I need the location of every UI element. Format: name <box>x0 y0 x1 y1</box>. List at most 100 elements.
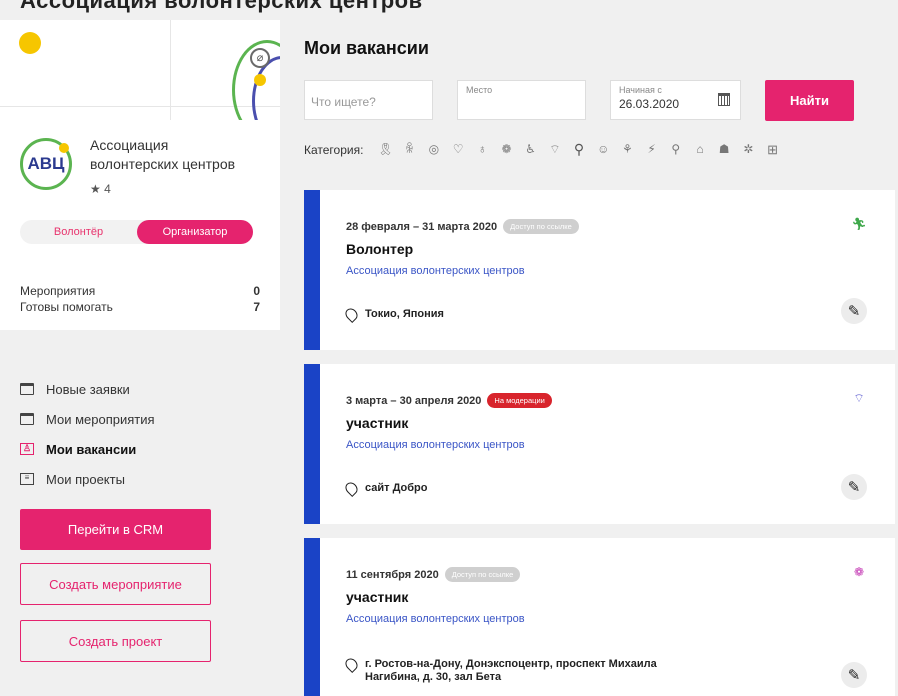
cover-yellow-dot-small <box>254 74 266 86</box>
card-date-text: 28 февраля – 31 марта 2020 <box>346 220 498 233</box>
document-icon: ≡ <box>20 473 34 485</box>
search-date-field[interactable]: Начиная с 26.03.2020 <box>610 80 741 120</box>
sidebar-item-label: Новые заявки <box>46 381 130 397</box>
sidebar-item-my-events[interactable]: Мои мероприятия <box>20 404 260 434</box>
role-volunteer-tab[interactable]: Волонтёр <box>20 220 137 244</box>
card-date: 28 февраля – 31 марта 2020 Доступ по ссы… <box>346 219 579 234</box>
cover-grid-line <box>170 20 171 120</box>
card-title[interactable]: участник <box>346 589 408 605</box>
category-filter: Категория: 🎗︎ ꆜ ◎ ♡ ♁ ❁ ♿︎ ⌔ ⚲ ☺ ⚘ ⚡︎ ⚲ … <box>304 142 785 158</box>
walking-icon[interactable]: ⚲ <box>668 142 683 157</box>
org-logo: АВЦ <box>20 138 72 190</box>
paw-icon[interactable]: ❁ <box>499 142 514 157</box>
card-accent-bar <box>304 190 320 350</box>
location-pin-icon <box>343 656 360 673</box>
search-input[interactable] <box>311 95 426 109</box>
logo-dot <box>59 143 69 153</box>
card-date: 11 сентября 2020 Доступ по ссылке <box>346 567 521 582</box>
globe-icon[interactable]: ◎ <box>426 142 441 157</box>
sidebar-item-my-projects[interactable]: ≡ Мои проекты <box>20 464 260 494</box>
ribbon-icon[interactable]: 🎗︎ <box>378 142 393 157</box>
edit-button[interactable]: ✎ <box>841 662 867 688</box>
card-title[interactable]: участник <box>346 415 408 431</box>
card-accent-bar <box>304 538 320 696</box>
rating-value: 4 <box>104 182 111 196</box>
pencil-icon: ✎ <box>847 303 861 320</box>
edit-button[interactable]: ✎ <box>841 298 867 324</box>
sidebar-item-new-requests[interactable]: Новые заявки <box>20 374 260 404</box>
card-org-link[interactable]: Ассоциация волонтерских центров <box>346 265 525 277</box>
vacancy-card[interactable]: 11 сентября 2020 Доступ по ссылке участн… <box>304 538 895 696</box>
sparkle-icon[interactable]: ✲ <box>741 142 756 157</box>
sidebar-item-label: Мои проекты <box>46 471 125 487</box>
vacancy-card[interactable]: 3 марта – 30 апреля 2020 На модерации уч… <box>304 364 895 524</box>
card-location: г. Ростов-на-Дону, Донэкспоцентр, проспе… <box>343 656 676 684</box>
date-label: Начиная с <box>619 85 662 95</box>
card-date-text: 3 марта – 30 апреля 2020 <box>346 394 482 407</box>
running-icon: 🏃︎ <box>851 217 867 231</box>
stat-value: 0 <box>253 284 260 298</box>
search-place-field[interactable]: Место <box>457 80 586 120</box>
grid-icon[interactable]: ⊞ <box>765 142 780 157</box>
calendar-icon[interactable] <box>718 93 730 106</box>
bulb-icon[interactable]: ♁ <box>475 142 490 157</box>
create-event-button[interactable]: Создать мероприятие <box>20 563 211 605</box>
card-date: 3 марта – 30 апреля 2020 На модерации <box>346 393 552 408</box>
graduation-icon[interactable]: ⌔ <box>547 142 562 157</box>
card-location: сайт Добро <box>343 480 676 497</box>
search-what-field[interactable] <box>304 80 433 120</box>
status-badge: Доступ по ссылке <box>444 567 521 582</box>
create-project-button[interactable]: Создать проект <box>20 620 211 662</box>
sidebar-item-label: Мои мероприятия <box>46 411 155 427</box>
place-label: Место <box>466 85 493 95</box>
vacancy-icon: ♙ <box>20 443 34 455</box>
stat-value: 7 <box>253 300 260 314</box>
find-button[interactable]: Найти <box>765 80 854 121</box>
card-location-text: г. Ростов-на-Дону, Донэкспоцентр, проспе… <box>365 658 657 683</box>
card-title[interactable]: Волонтер <box>346 241 413 257</box>
puzzle-icon[interactable]: ⚘ <box>620 142 635 157</box>
cover-yellow-dot <box>19 32 41 54</box>
place-input[interactable] <box>466 97 577 111</box>
card-location-text: сайт Добро <box>365 482 428 494</box>
status-badge: На модерации <box>487 393 552 408</box>
card-location: Токио, Япония <box>343 306 676 323</box>
building-icon[interactable]: ⌂ <box>692 142 707 157</box>
heart-icon[interactable]: ♡ <box>451 142 466 157</box>
mask-icon[interactable]: ☺ <box>596 142 611 157</box>
page-title: Мои вакансии <box>304 38 429 58</box>
date-value[interactable]: 26.03.2020 <box>619 97 732 111</box>
status-badge: Доступ по ссылке <box>503 219 579 234</box>
card-date-text: 11 сентября 2020 <box>346 568 439 581</box>
emergency-icon[interactable]: ☗ <box>717 142 732 157</box>
card-accent-bar <box>304 364 320 524</box>
graduation-icon: ⌔ <box>853 391 865 405</box>
card-org-link[interactable]: Ассоциация волонтерских центров <box>346 613 525 625</box>
org-logo-text: АВЦ <box>27 154 65 173</box>
location-pin-icon <box>343 306 360 323</box>
card-location-text: Токио, Япония <box>365 308 444 320</box>
role-toggle: Волонтёр Организатор <box>20 220 253 244</box>
wheelchair-icon[interactable]: ♿︎ <box>523 142 538 157</box>
paw-icon: ❁ <box>853 565 865 579</box>
search-icon[interactable]: ⚲ <box>572 142 587 157</box>
sidebar-item-my-vacancies[interactable]: ♙ Мои вакансии <box>20 434 260 464</box>
sidebar-nav: Новые заявки Мои мероприятия ♙ Мои вакан… <box>20 374 260 494</box>
profile-card: ⌀ АВЦ Ассоциация волонтерских центров ★ … <box>0 20 280 330</box>
org-name: Ассоциация волонтерских центров <box>90 137 236 172</box>
edit-button[interactable]: ✎ <box>841 474 867 500</box>
org-rating: ★ 4 <box>90 182 111 196</box>
cover-pin-icon: ⌀ <box>250 48 270 68</box>
star-icon: ★ <box>90 182 101 196</box>
cover-image: ⌀ <box>0 20 280 120</box>
go-to-crm-button[interactable]: Перейти в CRM <box>20 509 211 550</box>
card-org-link[interactable]: Ассоциация волонтерских центров <box>346 439 525 451</box>
vacancy-card[interactable]: 28 февраля – 31 марта 2020 Доступ по ссы… <box>304 190 895 350</box>
role-organizer-tab[interactable]: Организатор <box>137 220 253 244</box>
top-heading: Ассоциация волонтерских центров <box>20 0 423 13</box>
pencil-icon: ✎ <box>847 479 861 496</box>
running-icon[interactable]: ⚡︎ <box>644 142 659 157</box>
stat-label: Готовы помогать <box>20 300 113 314</box>
sidebar-item-label: Мои вакансии <box>46 441 137 457</box>
people-icon[interactable]: ꆜ <box>402 142 417 157</box>
